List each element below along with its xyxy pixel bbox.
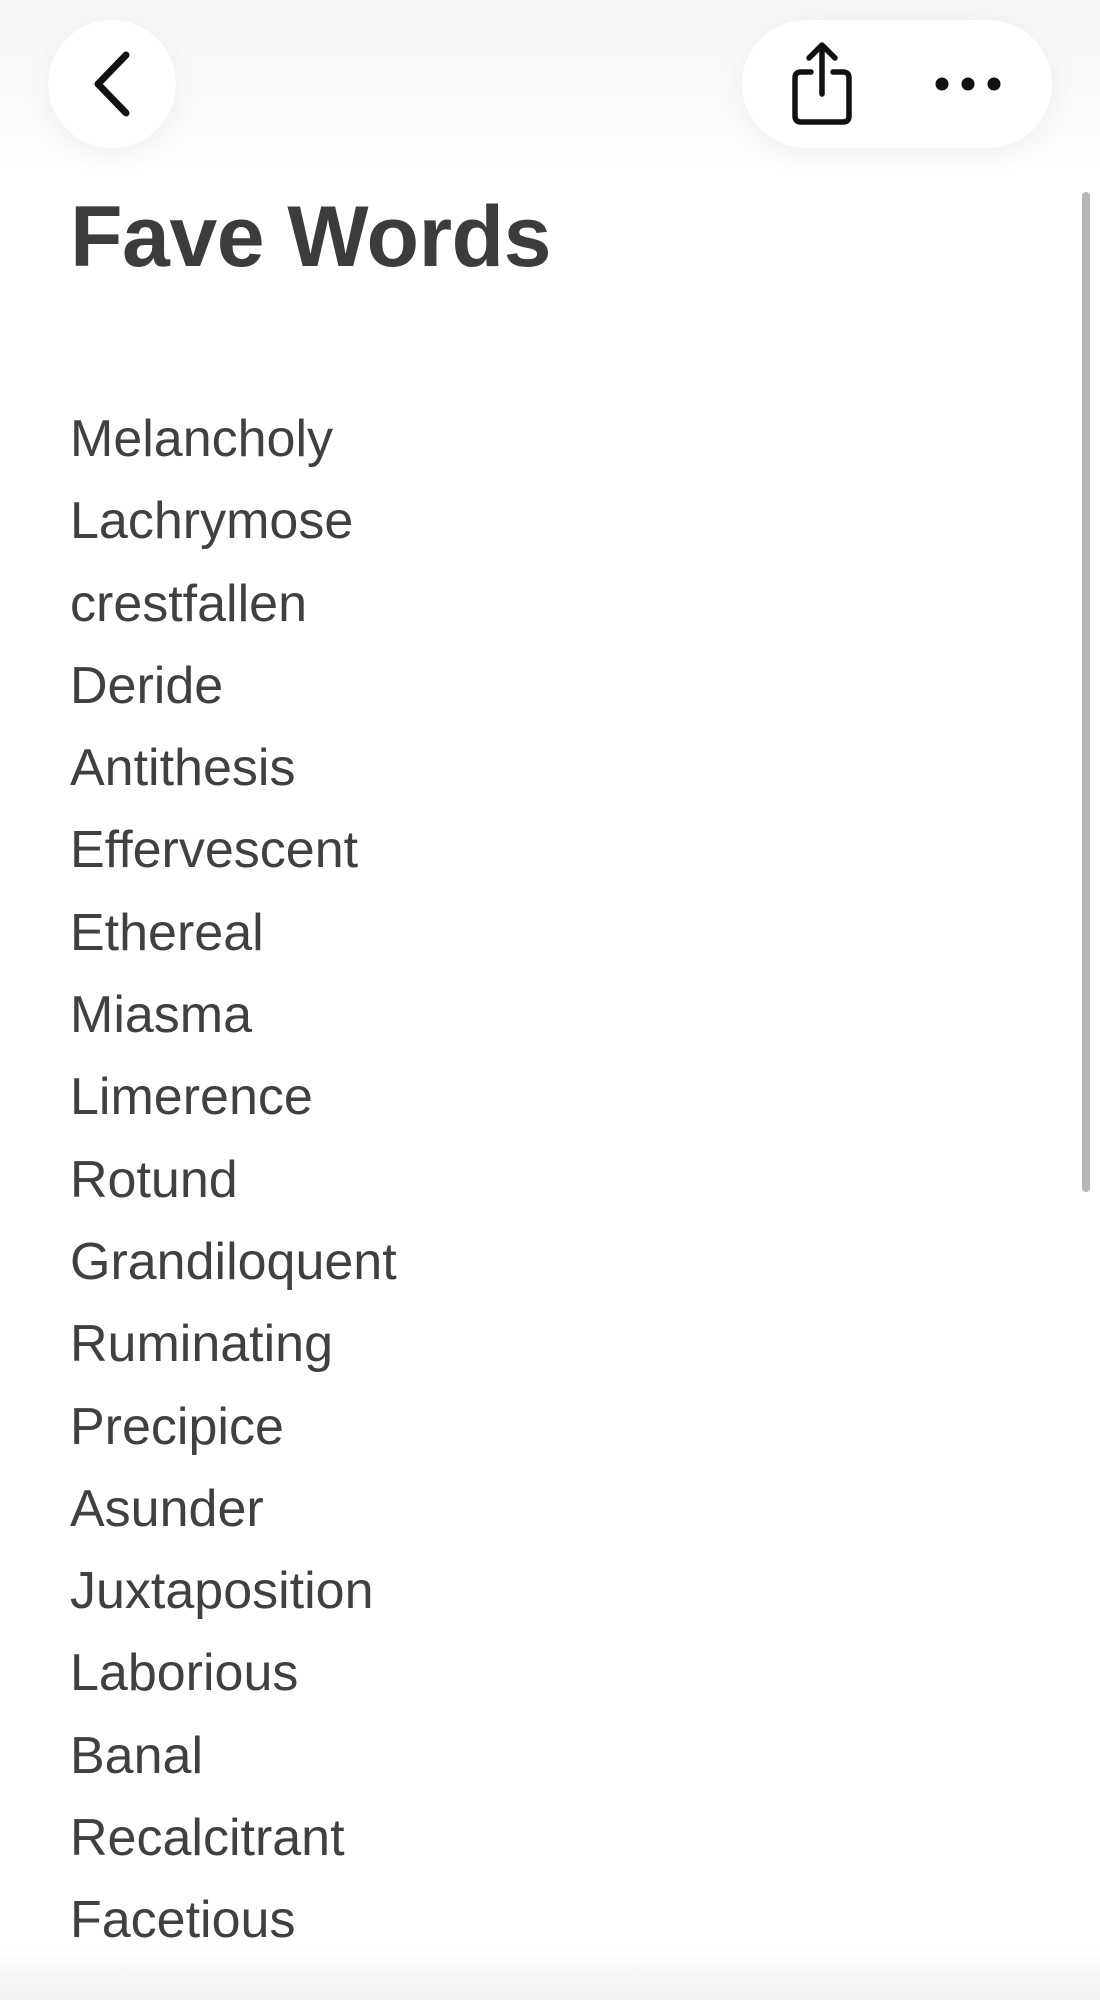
list-item: Banal [70, 1726, 203, 1785]
list-item: Deride [70, 656, 224, 715]
back-button[interactable] [48, 20, 176, 148]
list-item: Recalcitrant [70, 1809, 345, 1868]
ellipsis-icon [935, 77, 1001, 91]
list-item: Miasma [70, 986, 253, 1045]
scrollbar[interactable] [1082, 192, 1090, 1192]
list-item: Ruminating [70, 1315, 334, 1374]
list-item: Ethereal [70, 903, 264, 962]
share-button[interactable] [772, 34, 872, 134]
note-body[interactable]: Melancholy Lachrymose crestfallen Deride… [70, 398, 397, 1962]
share-icon [792, 42, 852, 125]
note-page: Fave Words Melancholy Lachrymose crestfa… [0, 0, 1100, 2000]
list-item: Melancholy [70, 410, 334, 468]
list-item: Limerence [70, 1068, 313, 1127]
list-item: Asunder [70, 1479, 264, 1538]
list-item: Grandiloquent [70, 1232, 397, 1291]
list-item: Juxtaposition [70, 1562, 374, 1621]
actions-toolbar [742, 20, 1052, 148]
list-item: Lachrymose [70, 492, 354, 551]
list-item: Effervescent [70, 821, 359, 880]
list-item: Precipice [70, 1397, 284, 1456]
list-item: Antithesis [70, 739, 296, 798]
more-options-button[interactable] [918, 34, 1018, 134]
list-item: crestfallen [70, 574, 307, 633]
note-title[interactable]: Fave Words [70, 190, 551, 285]
chevron-left-icon [94, 51, 130, 117]
bottom-fade [0, 1950, 1100, 2000]
list-item: Laborious [70, 1644, 299, 1703]
list-item: Rotund [70, 1150, 238, 1209]
